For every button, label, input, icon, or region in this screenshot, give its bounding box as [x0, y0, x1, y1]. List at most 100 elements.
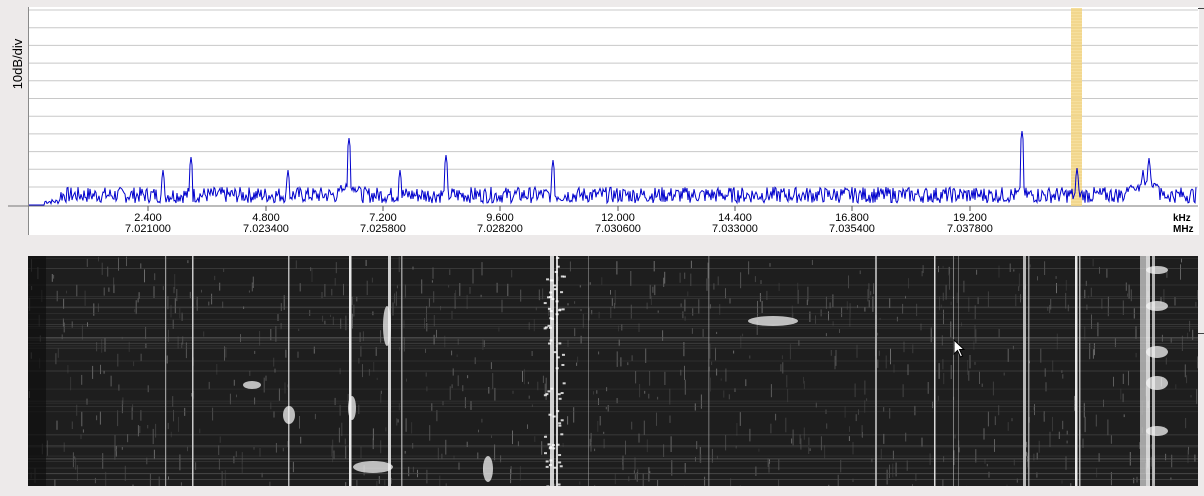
mhz-tick-label: 7.023400	[243, 223, 289, 235]
waterfall-noise	[889, 298, 891, 308]
waterfall-noise	[767, 458, 769, 467]
waterfall-noise	[56, 290, 58, 302]
waterfall-noise	[233, 456, 235, 464]
waterfall-noise	[992, 381, 994, 396]
waterfall-noise	[335, 262, 337, 274]
waterfall-noise	[219, 436, 221, 443]
waterfall-noise	[494, 387, 496, 401]
waterfall-noise	[100, 364, 101, 375]
waterfall-noise	[691, 328, 693, 334]
waterfall-noise	[187, 260, 189, 264]
waterfall-noise	[54, 479, 56, 486]
waterfall-noise	[208, 301, 210, 306]
waterfall-noise	[808, 447, 810, 454]
waterfall-noise	[857, 305, 858, 308]
waterfall-noise	[628, 476, 630, 482]
waterfall-noise	[99, 411, 101, 425]
waterfall-noise	[236, 394, 237, 398]
waterfall-noise	[330, 314, 331, 317]
waterfall-noise	[893, 364, 895, 373]
waterfall-noise	[127, 434, 129, 443]
waterfall-keying	[548, 413, 552, 416]
waterfall-noise	[166, 355, 168, 364]
waterfall-noise	[797, 282, 799, 290]
waterfall-noise	[356, 296, 358, 302]
waterfall-noise	[380, 390, 382, 394]
waterfall-noise	[411, 422, 413, 434]
waterfall-keying	[561, 353, 565, 356]
waterfall-noise	[481, 262, 483, 276]
waterfall-display[interactable]	[28, 256, 1198, 486]
waterfall-noise	[631, 355, 633, 361]
waterfall-noise	[449, 269, 451, 275]
waterfall-noise	[638, 323, 640, 332]
waterfall-noise	[855, 414, 857, 422]
waterfall-noise	[1135, 352, 1137, 358]
waterfall-noise	[908, 278, 909, 289]
waterfall-noise	[987, 291, 989, 307]
waterfall-noise	[1037, 276, 1038, 281]
waterfall-noise	[310, 267, 312, 272]
waterfall-noise	[1058, 431, 1060, 439]
waterfall-noise	[599, 416, 601, 426]
waterfall-noise	[110, 375, 112, 387]
waterfall-noise	[527, 381, 529, 385]
waterfall-noise	[358, 404, 360, 414]
waterfall-noise	[488, 387, 490, 394]
waterfall-noise	[131, 407, 133, 420]
waterfall-noise	[620, 357, 622, 367]
waterfall-noise	[121, 447, 123, 450]
waterfall-noise	[275, 443, 277, 453]
waterfall-noise	[848, 275, 849, 289]
waterfall-noise	[927, 382, 929, 394]
waterfall-noise	[809, 311, 811, 322]
waterfall-noise	[297, 351, 299, 358]
waterfall-noise	[1114, 338, 1116, 348]
waterfall-noise	[998, 329, 1000, 338]
waterfall-signal	[708, 256, 710, 486]
waterfall-noise	[905, 432, 907, 442]
waterfall-noise	[94, 477, 96, 484]
waterfall-noise	[1055, 276, 1057, 279]
waterfall-noise	[690, 260, 692, 269]
waterfall-signal	[550, 256, 554, 486]
waterfall-noise	[669, 388, 671, 405]
waterfall-burst	[383, 306, 391, 346]
waterfall-keying	[543, 302, 547, 305]
waterfall-keying	[551, 298, 555, 301]
waterfall-noise	[240, 334, 241, 343]
waterfall-keying	[549, 459, 553, 462]
waterfall-noise	[174, 297, 176, 314]
waterfall-noise	[938, 266, 939, 273]
waterfall-noise	[740, 272, 742, 289]
waterfall-keying	[556, 410, 560, 413]
waterfall-noise	[216, 364, 218, 375]
waterfall-noise	[299, 283, 301, 292]
waterfall-noise	[439, 475, 441, 486]
waterfall-noise	[153, 286, 155, 298]
waterfall-noise	[282, 447, 284, 452]
waterfall-noise	[362, 364, 363, 378]
waterfall-noise	[81, 374, 83, 385]
waterfall-noise	[457, 338, 459, 345]
waterfall-noise	[470, 401, 472, 410]
waterfall-noise	[331, 288, 333, 296]
waterfall-noise	[1190, 395, 1192, 398]
waterfall-signal	[388, 256, 391, 486]
waterfall-noise	[1195, 301, 1197, 307]
waterfall-noise	[340, 318, 342, 329]
waterfall-noise	[376, 480, 378, 486]
waterfall-noise	[299, 416, 300, 429]
waterfall-noise	[324, 284, 326, 297]
waterfall-burst	[1146, 301, 1168, 311]
waterfall-noise	[1034, 404, 1035, 416]
waterfall-noise	[715, 347, 716, 361]
spectrum-panel[interactable]: 10dB/div 2.400 7.021000 4.800 7.023400 7.200…	[0, 0, 1204, 236]
waterfall-signal	[349, 256, 352, 486]
waterfall-signal	[556, 256, 558, 486]
waterfall-noise	[1062, 374, 1064, 379]
waterfall-noise	[426, 306, 427, 322]
waterfall-keying	[561, 363, 565, 366]
waterfall-noise	[456, 354, 458, 357]
waterfall-noise	[1040, 348, 1042, 363]
